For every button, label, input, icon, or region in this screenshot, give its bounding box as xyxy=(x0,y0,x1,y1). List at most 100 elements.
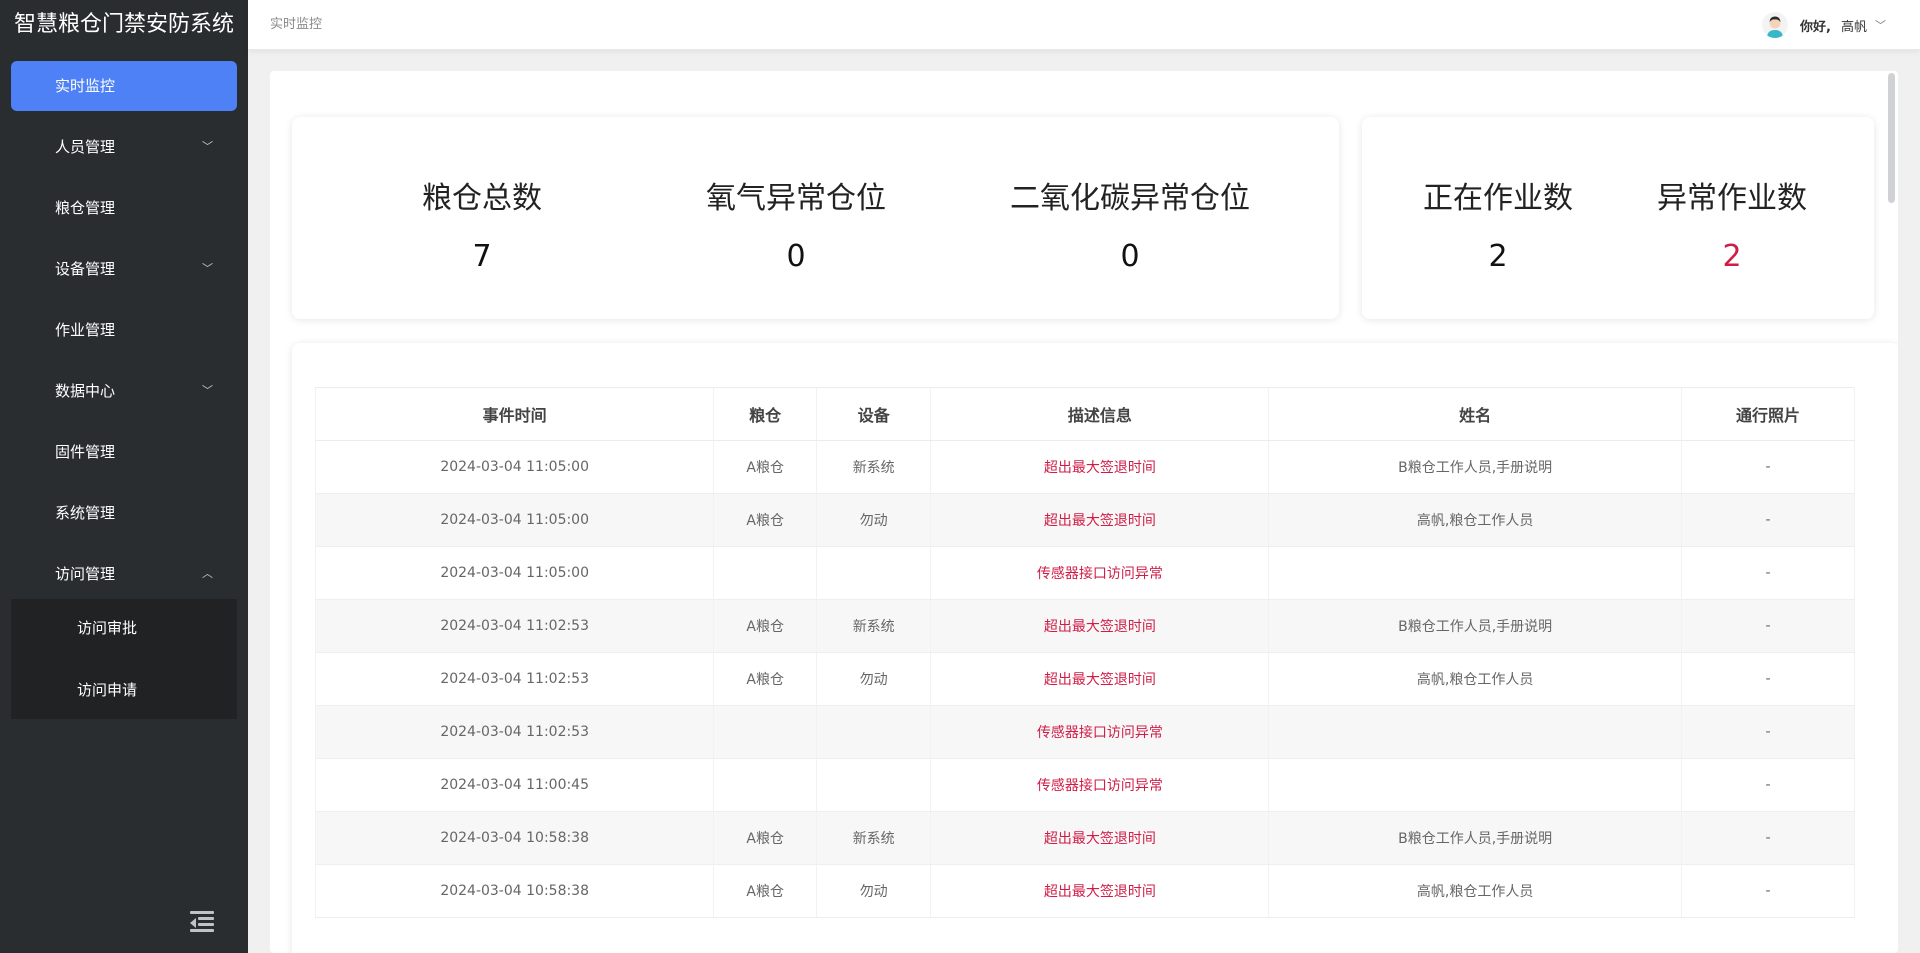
cell-device: 勿动 xyxy=(815,493,932,547)
table-row[interactable]: 2024-03-04 10:58:38 A粮仓 新系统 超出最大签退时间 B粮仓工作人员… xyxy=(314,811,1856,865)
stat-oxygen-abnormal: 氧气异常仓位 0 xyxy=(666,117,926,319)
sidebar-item-work[interactable]: 作业管理 xyxy=(11,305,237,355)
sidebar-item-access-approval[interactable]: 访问审批 xyxy=(11,603,237,653)
cell-granary: A粮仓 xyxy=(713,493,817,547)
sidebar-item-label: 设备管理 xyxy=(55,260,116,278)
stat-value: 2 xyxy=(1722,239,1742,274)
cell-device: 勿动 xyxy=(815,652,932,706)
stat-co2-abnormal: 二氧化碳异常仓位 0 xyxy=(980,117,1280,319)
sidebar-item-firmware[interactable]: 固件管理 xyxy=(11,427,237,477)
cell-time: 2024-03-04 10:58:38 xyxy=(314,864,715,918)
cell-time: 2024-03-04 11:02:53 xyxy=(314,599,715,653)
table-row[interactable]: 2024-03-04 10:58:38 A粮仓 勿动 超出最大签退时间 高帆,粮仓工作人… xyxy=(314,864,1856,918)
sidebar-item-granary[interactable]: 粮仓管理 xyxy=(11,183,237,233)
stat-label: 粮仓总数 xyxy=(422,181,542,216)
stat-abnormal-work: 异常作业数 2 xyxy=(1632,117,1832,319)
cell-granary: A粮仓 xyxy=(713,440,817,494)
column-header-time: 事件时间 xyxy=(314,387,715,441)
cell-granary: A粮仓 xyxy=(713,811,817,865)
sidebar-item-label: 访问审批 xyxy=(77,619,138,637)
stat-label: 二氧化碳异常仓位 xyxy=(1010,181,1250,216)
stat-total-granaries: 粮仓总数 7 xyxy=(352,117,612,319)
cell-name: B粮仓工作人员,手册说明 xyxy=(1268,811,1682,865)
sidebar-item-label: 访问管理 xyxy=(55,565,116,583)
user-menu[interactable]: 你好, 高帆 ﹀ xyxy=(1762,0,1886,50)
chevron-down-icon: ﹀ xyxy=(202,262,213,275)
cell-name: B粮仓工作人员,手册说明 xyxy=(1268,440,1682,494)
cell-name: 高帆,粮仓工作人员 xyxy=(1268,864,1682,918)
column-header-name: 姓名 xyxy=(1268,387,1682,441)
sidebar-item-system[interactable]: 系统管理 xyxy=(11,488,237,538)
cell-photo: - xyxy=(1680,652,1856,706)
stat-label: 异常作业数 xyxy=(1657,181,1807,216)
cell-photo: - xyxy=(1680,493,1856,547)
cell-granary xyxy=(713,546,817,600)
sidebar-item-personnel[interactable]: 人员管理 ﹀ xyxy=(11,122,237,172)
sidebar-item-realtime-monitor[interactable]: 实时监控 xyxy=(11,61,237,111)
table-row[interactable]: 2024-03-04 11:02:53 A粮仓 新系统 超出最大签退时间 B粮仓工作人员… xyxy=(314,599,1856,653)
stat-value: 0 xyxy=(1120,239,1140,274)
sidebar-item-label: 系统管理 xyxy=(55,504,116,522)
collapse-menu-icon[interactable] xyxy=(188,909,216,933)
cell-photo: - xyxy=(1680,864,1856,918)
table-body: 2024-03-04 11:05:00 A粮仓 新系统 超出最大签退时间 B粮仓工作人员… xyxy=(314,440,1856,918)
table-header-row: 事件时间 粮仓 设备 描述信息 姓名 通行照片 xyxy=(314,387,1856,441)
table-row[interactable]: 2024-03-04 11:02:53 A粮仓 勿动 超出最大签退时间 高帆,粮仓工作人… xyxy=(314,652,1856,706)
stats-card-granary: 粮仓总数 7 氧气异常仓位 0 二氧化碳异常仓位 0 xyxy=(292,117,1339,319)
cell-photo: - xyxy=(1680,546,1856,600)
cell-description: 传感器接口访问异常 xyxy=(930,758,1270,812)
column-header-device: 设备 xyxy=(815,387,932,441)
sidebar: 智慧粮仓门禁安防系统 实时监控 人员管理 ﹀ 粮仓管理 设备管理 ﹀ 作业管理 … xyxy=(0,0,248,953)
sidebar-item-label: 固件管理 xyxy=(55,443,116,461)
sidebar-item-access[interactable]: 访问管理 ︿ xyxy=(11,549,237,599)
cell-name: 高帆,粮仓工作人员 xyxy=(1268,652,1682,706)
avatar xyxy=(1762,12,1789,38)
stat-label: 正在作业数 xyxy=(1423,181,1573,216)
table-row[interactable]: 2024-03-04 11:05:00 传感器接口访问异常 - xyxy=(314,546,1856,600)
cell-granary: A粮仓 xyxy=(713,599,817,653)
cell-description: 超出最大签退时间 xyxy=(930,440,1270,494)
cell-name xyxy=(1268,546,1682,600)
stat-value: 0 xyxy=(786,239,806,274)
sidebar-item-label: 人员管理 xyxy=(55,138,116,156)
cell-name xyxy=(1268,705,1682,759)
sidebar-item-data-center[interactable]: 数据中心 ﹀ xyxy=(11,366,237,416)
sidebar-item-label: 数据中心 xyxy=(55,382,116,400)
scrollbar[interactable] xyxy=(1888,73,1895,203)
cell-device xyxy=(815,758,932,812)
table-row[interactable]: 2024-03-04 11:02:53 传感器接口访问异常 - xyxy=(314,705,1856,759)
cell-photo: - xyxy=(1680,599,1856,653)
column-header-description: 描述信息 xyxy=(930,387,1270,441)
cell-description: 超出最大签退时间 xyxy=(930,599,1270,653)
cell-description: 超出最大签退时间 xyxy=(930,493,1270,547)
cell-time: 2024-03-04 11:02:53 xyxy=(314,705,715,759)
table-row[interactable]: 2024-03-04 11:05:00 A粮仓 勿动 超出最大签退时间 高帆,粮仓工作人… xyxy=(314,493,1856,547)
cell-granary: A粮仓 xyxy=(713,864,817,918)
cell-name xyxy=(1268,758,1682,812)
table-row[interactable]: 2024-03-04 11:00:45 传感器接口访问异常 - xyxy=(314,758,1856,812)
stat-value: 2 xyxy=(1488,239,1508,274)
cell-time: 2024-03-04 11:05:00 xyxy=(314,493,715,547)
cell-time: 2024-03-04 11:05:00 xyxy=(314,440,715,494)
cell-device: 新系统 xyxy=(815,599,932,653)
stat-working: 正在作业数 2 xyxy=(1398,117,1598,319)
cell-device: 新系统 xyxy=(815,811,932,865)
sidebar-menu: 实时监控 人员管理 ﹀ 粮仓管理 设备管理 ﹀ 作业管理 数据中心 ﹀ 固件管理… xyxy=(0,61,248,719)
sidebar-item-access-request[interactable]: 访问申请 xyxy=(11,665,237,715)
top-header: 实时监控 你好, 高帆 ﹀ xyxy=(248,0,1920,50)
sidebar-item-label: 访问申请 xyxy=(77,681,138,699)
cell-description: 超出最大签退时间 xyxy=(930,811,1270,865)
cell-name: B粮仓工作人员,手册说明 xyxy=(1268,599,1682,653)
cell-description: 传感器接口访问异常 xyxy=(930,546,1270,600)
cell-description: 超出最大签退时间 xyxy=(930,864,1270,918)
column-header-photo: 通行照片 xyxy=(1680,387,1856,441)
username-text: 高帆 xyxy=(1840,19,1867,35)
chevron-down-icon: ﹀ xyxy=(1875,19,1886,32)
cell-photo: - xyxy=(1680,811,1856,865)
table-row[interactable]: 2024-03-04 11:05:00 A粮仓 新系统 超出最大签退时间 B粮仓工作人员… xyxy=(314,440,1856,494)
sidebar-item-label: 实时监控 xyxy=(55,77,116,95)
cell-granary: A粮仓 xyxy=(713,652,817,706)
cell-description: 传感器接口访问异常 xyxy=(930,705,1270,759)
sidebar-item-device[interactable]: 设备管理 ﹀ xyxy=(11,244,237,294)
chevron-down-icon: ﹀ xyxy=(202,140,213,153)
